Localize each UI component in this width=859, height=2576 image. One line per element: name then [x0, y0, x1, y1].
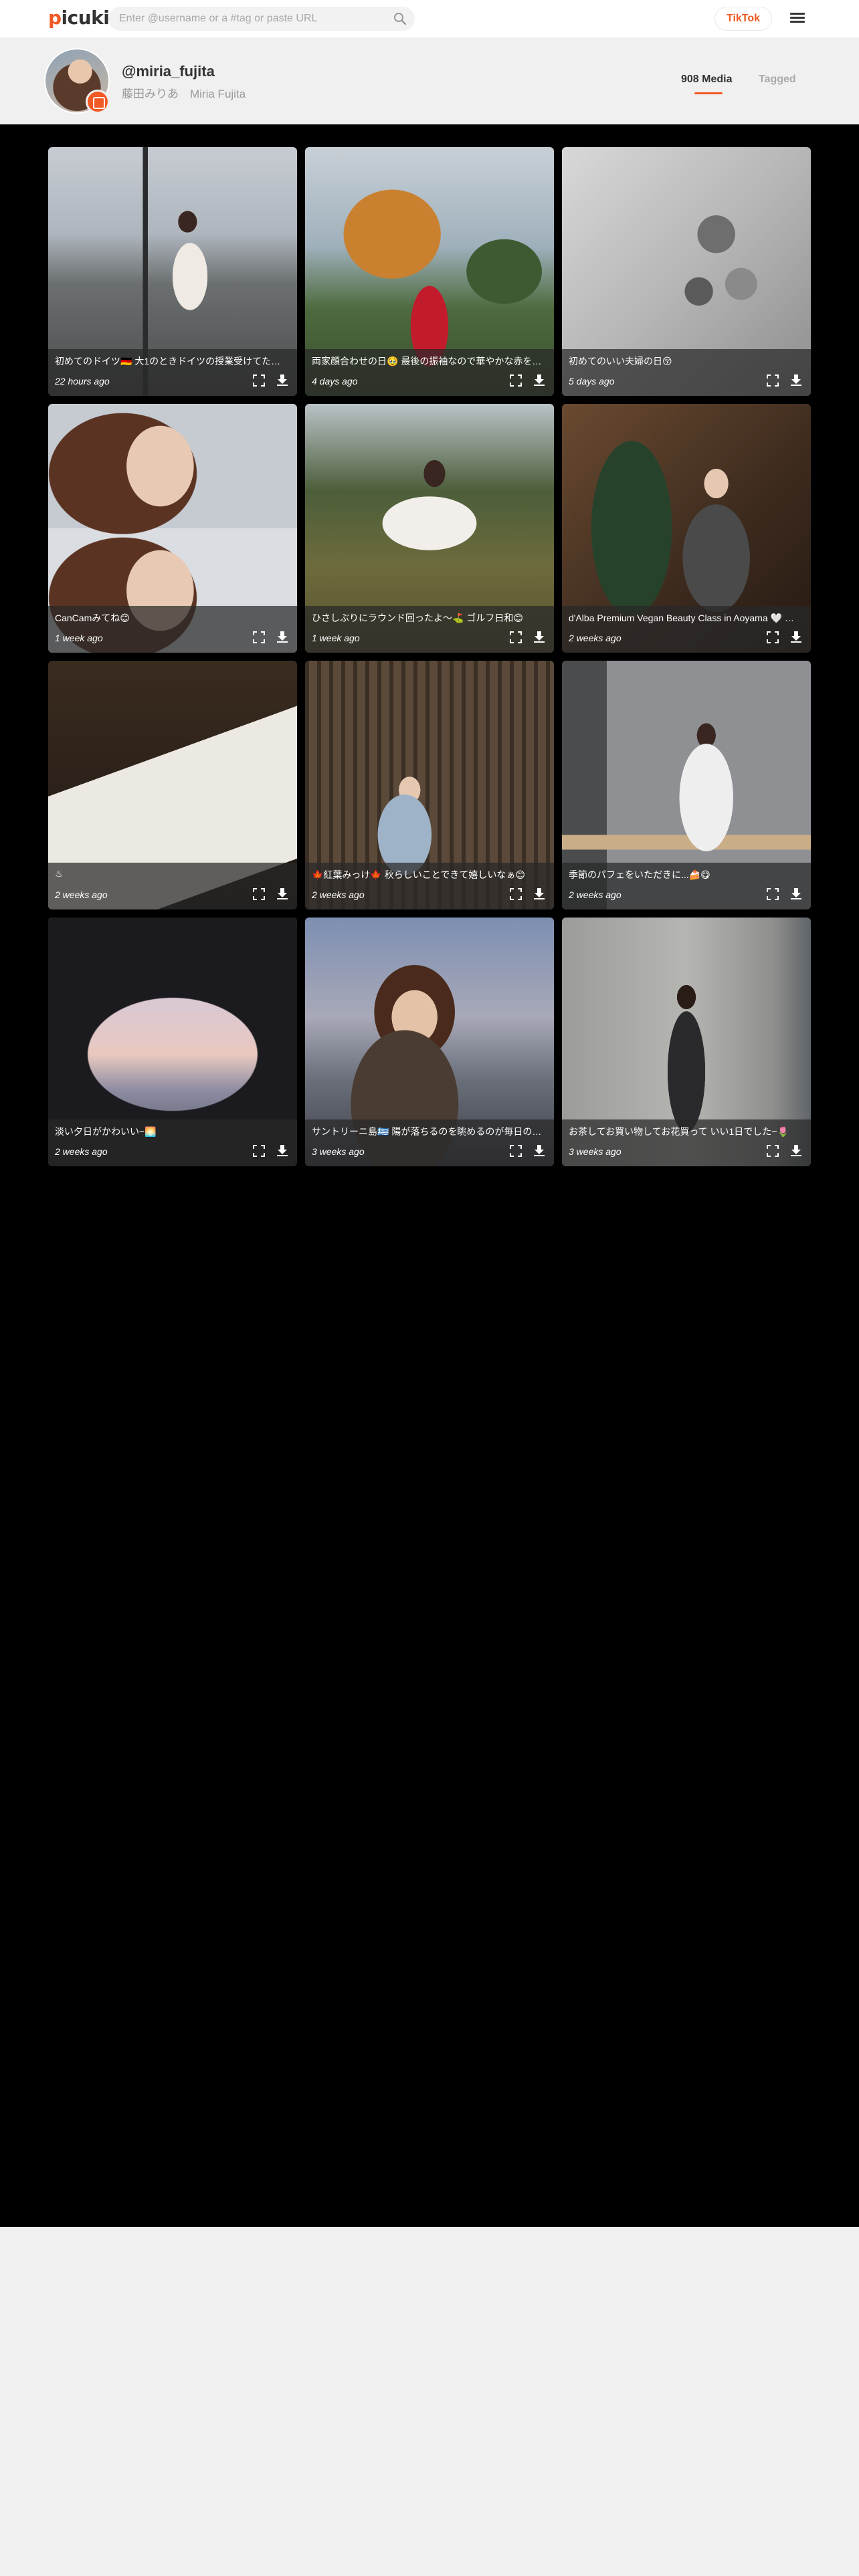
post-time: 1 week ago [55, 633, 103, 643]
post-caption: サントリーニ島🇬🇷 陽が落ちるのを眺めるのが毎日の楽しみでした [312, 1126, 546, 1137]
post-time: 2 weeks ago [55, 889, 108, 900]
post-caption: 初めてのドイツ🇩🇪 大1のときドイツの授業受けてたからちょっとだけドイツ語わかっ… [55, 356, 289, 366]
post-caption: CanCamみてね😊 [55, 613, 130, 623]
download-icon[interactable] [533, 887, 546, 900]
media-card[interactable]: 初めてのドイツ🇩🇪 大1のときドイツの授業受けてたからちょっとだけドイツ語わかっ… [48, 147, 297, 396]
media-card[interactable]: 🍁紅葉みっけ🍁 秋らしいことできて嬉しいなぁ😊 2 weeks ago [305, 661, 554, 909]
media-card[interactable]: CanCamみてね😊 1 week ago [48, 404, 297, 653]
media-card[interactable]: 淡い夕日がかわいい~🌅 2 weeks ago [48, 918, 297, 1166]
media-card[interactable]: お茶してお買い物してお花買って いい1日でした~🌷 3 weeks ago [562, 918, 811, 1166]
logo-text: icuki [61, 7, 110, 29]
search-icon[interactable] [393, 12, 407, 25]
expand-icon[interactable] [767, 631, 779, 643]
media-card[interactable]: d'Alba Premium Vegan Beauty Class in Aoy… [562, 404, 811, 653]
post-caption: ♨ [55, 868, 64, 879]
media-card[interactable]: 季節のパフェをいただきに...🍰😋 2 weeks ago [562, 661, 811, 909]
logo-letter-p: p [48, 7, 62, 29]
post-time: 2 weeks ago [312, 889, 365, 900]
card-footer: d'Alba Premium Vegan Beauty Class in Aoy… [562, 606, 811, 653]
post-time: 3 weeks ago [569, 1146, 622, 1157]
tiktok-button[interactable]: TikTok [714, 7, 772, 31]
download-icon[interactable] [789, 887, 803, 900]
expand-icon[interactable] [253, 374, 265, 387]
download-icon[interactable] [533, 373, 546, 387]
active-tab-indicator [694, 92, 723, 94]
post-time: 2 weeks ago [55, 1146, 108, 1157]
expand-icon[interactable] [510, 1145, 522, 1157]
post-time: 2 weeks ago [569, 633, 622, 643]
card-footer: CanCamみてね😊 1 week ago [48, 606, 297, 653]
download-icon[interactable] [276, 887, 289, 900]
download-icon[interactable] [789, 1144, 803, 1157]
search-bar [108, 7, 415, 31]
expand-icon[interactable] [767, 888, 779, 900]
card-footer: サントリーニ島🇬🇷 陽が落ちるのを眺めるのが毎日の楽しみでした 3 weeks … [305, 1119, 554, 1166]
post-caption: 初めてのいい夫婦の日😚 [569, 356, 672, 366]
post-caption: ひさしぶりにラウンド回ったよ〜⛳️ ゴルフ日和😊 [312, 613, 523, 623]
download-icon[interactable] [789, 630, 803, 643]
card-footer: 淡い夕日がかわいい~🌅 2 weeks ago [48, 1119, 297, 1166]
card-footer: ひさしぶりにラウンド回ったよ〜⛳️ ゴルフ日和😊 1 week ago [305, 606, 554, 653]
card-footer: 初めてのいい夫婦の日😚 5 days ago [562, 349, 811, 396]
media-feed: 初めてのドイツ🇩🇪 大1のときドイツの授業受けてたからちょっとだけドイツ語わかっ… [0, 124, 859, 2227]
post-caption: 季節のパフェをいただきに...🍰😋 [569, 869, 710, 880]
post-caption: 両家顔合わせの日🥹 最後の振袖なので華やかな赤を選びました [312, 356, 546, 366]
expand-icon[interactable] [253, 888, 265, 900]
card-footer: 両家顔合わせの日🥹 最後の振袖なので華やかな赤を選びました 4 days ago [305, 349, 554, 396]
hamburger-menu-icon[interactable] [789, 11, 805, 27]
expand-icon[interactable] [510, 631, 522, 643]
post-time: 4 days ago [312, 376, 358, 387]
media-card[interactable]: サントリーニ島🇬🇷 陽が落ちるのを眺めるのが毎日の楽しみでした 3 weeks … [305, 918, 554, 1166]
post-caption: 🍁紅葉みっけ🍁 秋らしいことできて嬉しいなぁ😊 [312, 869, 525, 880]
top-header: picuki TikTok [0, 0, 859, 37]
download-icon[interactable] [533, 1144, 546, 1157]
post-time: 22 hours ago [55, 376, 110, 387]
post-caption: d'Alba Premium Vegan Beauty Class in Aoy… [569, 613, 803, 623]
card-footer: 季節のパフェをいただきに...🍰😋 2 weeks ago [562, 863, 811, 909]
card-footer: ♨ 2 weeks ago [48, 863, 297, 909]
search-input[interactable] [119, 7, 387, 31]
profile-fullname: 藤田みりあ Miria Fujita [122, 88, 246, 100]
profile-header: @miria_fujita 藤田みりあ Miria Fujita 908 Med… [0, 37, 859, 124]
post-time: 3 weeks ago [312, 1146, 365, 1157]
post-time: 5 days ago [569, 376, 615, 387]
media-card[interactable]: ひさしぶりにラウンド回ったよ〜⛳️ ゴルフ日和😊 1 week ago [305, 404, 554, 653]
tab-tagged[interactable]: Tagged [759, 74, 796, 86]
expand-icon[interactable] [253, 1145, 265, 1157]
media-card[interactable]: 初めてのいい夫婦の日😚 5 days ago [562, 147, 811, 396]
download-icon[interactable] [789, 373, 803, 387]
expand-icon[interactable] [253, 631, 265, 643]
card-footer: 🍁紅葉みっけ🍁 秋らしいことできて嬉しいなぁ😊 2 weeks ago [305, 863, 554, 909]
card-footer: お茶してお買い物してお花買って いい1日でした~🌷 3 weeks ago [562, 1119, 811, 1166]
media-card[interactable]: ♨ 2 weeks ago [48, 661, 297, 909]
download-icon[interactable] [276, 630, 289, 643]
instagram-badge-icon [86, 90, 110, 114]
expand-icon[interactable] [767, 374, 779, 387]
expand-icon[interactable] [510, 888, 522, 900]
media-card[interactable]: 両家顔合わせの日🥹 最後の振袖なので華やかな赤を選びました 4 days ago [305, 147, 554, 396]
expand-icon[interactable] [510, 374, 522, 387]
expand-icon[interactable] [767, 1145, 779, 1157]
profile-username: @miria_fujita [122, 63, 215, 80]
post-caption: お茶してお買い物してお花買って いい1日でした~🌷 [569, 1126, 789, 1137]
post-time: 1 week ago [312, 633, 360, 643]
download-icon[interactable] [276, 1144, 289, 1157]
picuki-logo[interactable]: picuki [48, 7, 110, 29]
tab-media[interactable]: 908 Media [681, 74, 732, 86]
post-time: 2 weeks ago [569, 889, 622, 900]
download-icon[interactable] [276, 373, 289, 387]
post-caption: 淡い夕日がかわいい~🌅 [55, 1126, 157, 1137]
download-icon[interactable] [533, 630, 546, 643]
card-footer: 初めてのドイツ🇩🇪 大1のときドイツの授業受けてたからちょっとだけドイツ語わかっ… [48, 349, 297, 396]
